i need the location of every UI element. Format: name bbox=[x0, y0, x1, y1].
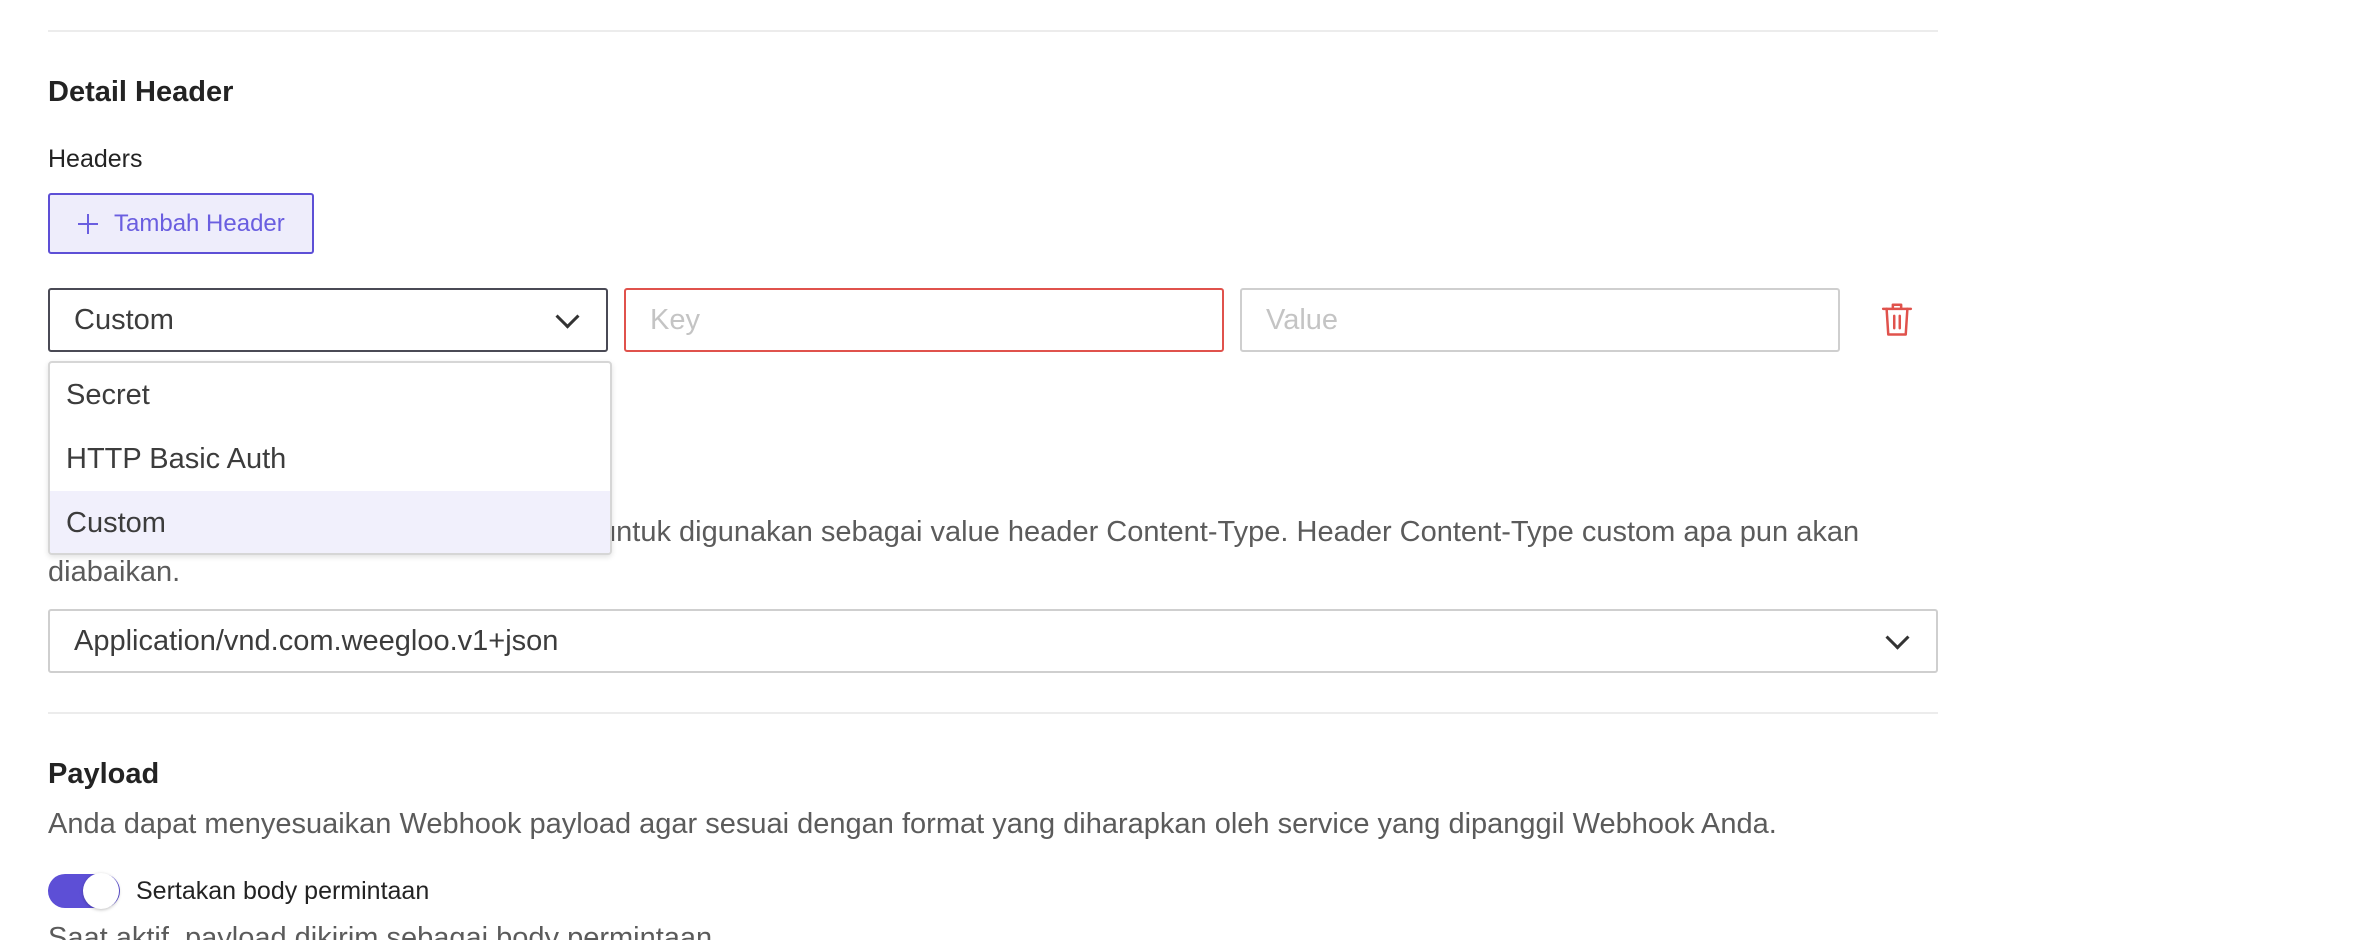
toggle-knob bbox=[83, 873, 119, 909]
webhook-settings-page: Detail Header Headers Tambah Header Cust… bbox=[0, 0, 2360, 940]
dropdown-option-http-basic-auth[interactable]: HTTP Basic Auth bbox=[50, 427, 610, 491]
chevron-down-icon bbox=[1885, 625, 1910, 650]
add-header-button[interactable]: Tambah Header bbox=[48, 193, 314, 254]
include-body-toggle[interactable] bbox=[48, 873, 120, 909]
payload-description: Anda dapat menyesuaikan Webhook payload … bbox=[48, 808, 1777, 840]
headers-label: Headers bbox=[48, 145, 143, 173]
include-body-helper-text: Saat aktif, payload dikirim sebagai body… bbox=[48, 922, 721, 940]
header-type-value: Custom bbox=[74, 303, 174, 336]
plus-icon bbox=[78, 213, 98, 234]
payload-title: Payload bbox=[48, 758, 160, 790]
dropdown-option-custom[interactable]: Custom bbox=[50, 491, 610, 553]
content-type-helper-text: untuk digunakan sebagai value header Con… bbox=[600, 516, 1860, 548]
add-header-button-label: Tambah Header bbox=[114, 209, 285, 237]
detail-header-title: Detail Header bbox=[48, 76, 234, 108]
content-type-value: Application/vnd.com.weegloo.v1+json bbox=[74, 624, 559, 657]
header-type-select[interactable]: Custom bbox=[48, 288, 608, 352]
trash-icon[interactable] bbox=[1880, 302, 1914, 338]
include-body-toggle-label: Sertakan body permintaan bbox=[136, 877, 430, 905]
chevron-down-icon bbox=[555, 304, 580, 329]
dropdown-option-secret[interactable]: Secret bbox=[50, 363, 610, 427]
header-value-input[interactable] bbox=[1240, 288, 1840, 352]
header-type-dropdown-menu: Secret HTTP Basic Auth Custom bbox=[48, 361, 612, 555]
section-divider bbox=[48, 712, 1938, 714]
content-type-select[interactable]: Application/vnd.com.weegloo.v1+json bbox=[48, 609, 1938, 673]
top-divider bbox=[48, 30, 1938, 32]
header-key-input[interactable] bbox=[624, 288, 1224, 352]
content-type-helper-text-line2: diabaikan. bbox=[48, 556, 181, 588]
